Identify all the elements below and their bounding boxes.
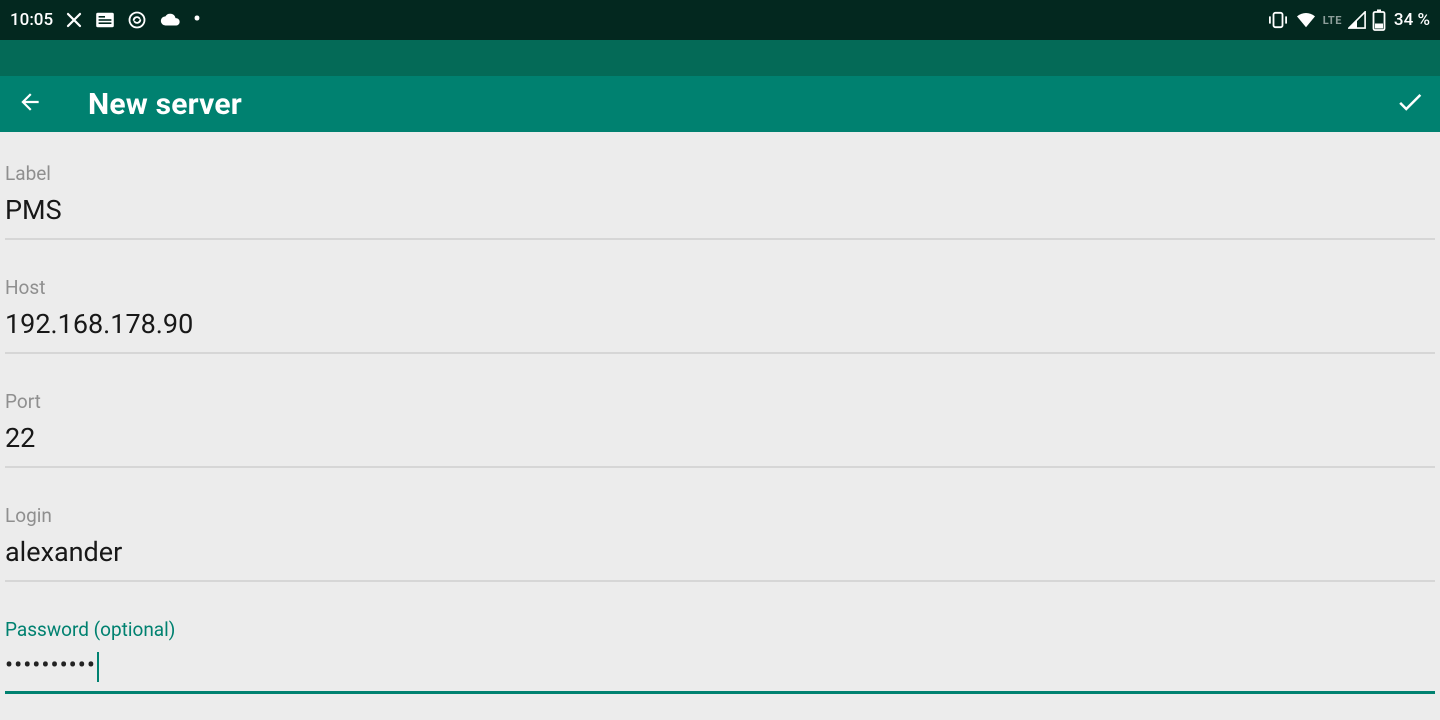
port-caption: Port (5, 390, 1435, 413)
page-title: New server (88, 87, 242, 122)
port-input[interactable] (5, 419, 1435, 462)
battery-icon (1372, 9, 1386, 31)
app-header: New server (0, 40, 1440, 132)
clock: 10:05 (10, 10, 53, 30)
host-input[interactable] (5, 305, 1435, 348)
arrow-back-icon (17, 89, 43, 119)
vibrate-icon (1267, 11, 1289, 29)
password-input[interactable]: •••••••••• (5, 647, 96, 687)
server-form: Label Host Port Login Password (optional… (0, 132, 1440, 694)
network-type: LTE (1323, 14, 1342, 27)
field-password[interactable]: Password (optional) •••••••••• (5, 606, 1435, 694)
app-indicator-icon (65, 11, 83, 29)
signal-icon (1348, 11, 1366, 29)
field-port[interactable]: Port (5, 378, 1435, 468)
check-icon (1395, 87, 1425, 121)
confirm-button[interactable] (1386, 80, 1434, 128)
battery-percentage: 34 % (1394, 10, 1430, 30)
cloud-icon (159, 12, 181, 28)
label-input[interactable] (5, 191, 1435, 234)
field-label[interactable]: Label (5, 150, 1435, 240)
news-icon (95, 12, 115, 28)
wifi-icon (1295, 11, 1317, 29)
sync-icon (127, 10, 147, 30)
text-cursor (97, 652, 99, 682)
login-caption: Login (5, 504, 1435, 527)
login-input[interactable] (5, 533, 1435, 576)
host-caption: Host (5, 276, 1435, 299)
app-bar: New server (0, 76, 1440, 132)
field-login[interactable]: Login (5, 492, 1435, 582)
field-host[interactable]: Host (5, 264, 1435, 354)
system-status-bar: 10:05 • LTE 34 % (0, 0, 1440, 40)
back-button[interactable] (6, 80, 54, 128)
password-caption: Password (optional) (5, 618, 1435, 641)
label-caption: Label (5, 162, 1435, 185)
